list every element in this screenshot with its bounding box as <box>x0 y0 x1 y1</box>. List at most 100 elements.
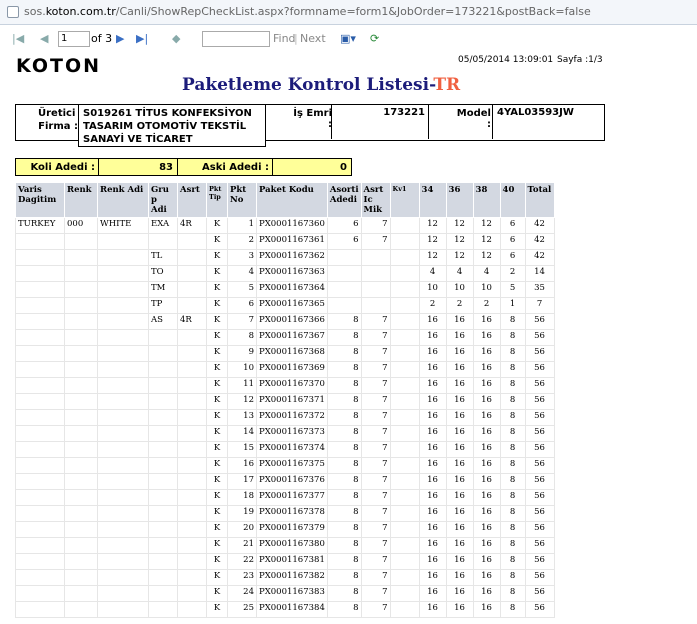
table-cell: 16 <box>472 345 501 362</box>
table-cell <box>389 585 420 602</box>
table-cell: PX0001167363 <box>256 265 328 282</box>
table-cell <box>15 553 65 570</box>
refresh-icon[interactable]: ⟳ <box>370 32 379 45</box>
column-header: Gru p Adi <box>148 182 178 218</box>
export-icon[interactable]: ▣▾ <box>340 32 356 45</box>
table-cell <box>177 505 207 522</box>
table-cell <box>177 265 207 282</box>
table-cell <box>64 249 98 266</box>
table-cell <box>148 393 178 410</box>
table-cell <box>389 601 420 618</box>
table-cell <box>389 313 420 330</box>
table-cell <box>389 281 420 298</box>
table-cell <box>177 553 207 570</box>
table-cell: 7 <box>360 457 391 474</box>
find-input[interactable] <box>202 31 270 47</box>
table-cell <box>64 505 98 522</box>
column-header: Asorti Adedi <box>326 182 362 218</box>
table-cell <box>360 265 391 282</box>
prev-page-icon[interactable]: ◀ <box>40 32 48 45</box>
table-row: AS 4R K 7 PX0001167366 8 7 16 16 16 8 56 <box>15 313 555 330</box>
table-cell: 56 <box>524 569 555 586</box>
table-cell <box>326 249 362 266</box>
table-cell: PX0001167380 <box>256 537 328 554</box>
first-page-icon[interactable]: |◀ <box>12 32 24 45</box>
table-cell: 9 <box>227 345 257 362</box>
table-cell <box>64 377 98 394</box>
table-cell: 56 <box>524 473 555 490</box>
table-cell: 8 <box>499 489 526 506</box>
column-header: Paket Kodu <box>256 182 328 218</box>
address-bar[interactable]: sos.koton.com.tr/Canli/ShowRepCheckList.… <box>0 0 697 25</box>
table-cell: 4 <box>227 265 257 282</box>
table-cell: 8 <box>499 393 526 410</box>
table-cell: 16 <box>472 457 501 474</box>
table-cell <box>64 569 98 586</box>
table-cell: 56 <box>524 441 555 458</box>
table-cell: 7 <box>360 313 391 330</box>
column-header: Varis Dagitim <box>15 182 65 218</box>
table-cell: 4R <box>177 217 207 234</box>
table-cell: K <box>206 233 228 250</box>
table-cell: 10 <box>472 281 501 298</box>
table-cell: 10 <box>418 281 447 298</box>
table-cell <box>97 601 149 618</box>
table-cell <box>326 265 362 282</box>
find-link[interactable]: Find <box>273 32 296 45</box>
table-cell: PX0001167374 <box>256 441 328 458</box>
table-cell: 16 <box>472 553 501 570</box>
table-cell: PX0001167375 <box>256 457 328 474</box>
table-cell <box>177 473 207 490</box>
table-cell: 16 <box>472 361 501 378</box>
table-row: K 24 PX0001167383 8 7 16 16 16 8 56 <box>15 585 555 602</box>
table-cell: PX0001167381 <box>256 553 328 570</box>
table-cell <box>389 505 420 522</box>
table-row: K 25 PX0001167384 8 7 16 16 16 8 56 <box>15 601 555 618</box>
table-cell: 12 <box>418 217 447 234</box>
url-text[interactable]: sos.koton.com.tr/Canli/ShowRepCheckList.… <box>24 5 591 18</box>
table-cell <box>97 457 149 474</box>
table-cell <box>389 441 420 458</box>
table-cell: 16 <box>418 585 447 602</box>
next-page-icon[interactable]: ▶ <box>116 32 124 45</box>
table-cell: 000 <box>64 217 98 234</box>
table-cell <box>97 361 149 378</box>
back-icon[interactable]: ◆ <box>172 32 180 45</box>
table-cell <box>15 313 65 330</box>
table-row: K 23 PX0001167382 8 7 16 16 16 8 56 <box>15 569 555 586</box>
table-cell: 16 <box>445 585 474 602</box>
table-cell: PX0001167370 <box>256 377 328 394</box>
page-icon <box>7 6 19 18</box>
table-cell: K <box>206 409 228 426</box>
table-cell: 13 <box>227 409 257 426</box>
table-cell <box>326 281 362 298</box>
table-row: K 15 PX0001167374 8 7 16 16 16 8 56 <box>15 441 555 458</box>
table-cell <box>389 473 420 490</box>
table-cell: 8 <box>326 553 362 570</box>
table-cell: 15 <box>227 441 257 458</box>
table-cell <box>15 601 65 618</box>
table-cell: 56 <box>524 489 555 506</box>
table-cell: K <box>206 521 228 538</box>
table-cell: EXA <box>148 217 178 234</box>
table-cell: PX0001167361 <box>256 233 328 250</box>
table-cell: 23 <box>227 569 257 586</box>
table-cell: 8 <box>326 521 362 538</box>
table-cell <box>97 585 149 602</box>
table-cell <box>15 569 65 586</box>
last-page-icon[interactable]: ▶| <box>136 32 148 45</box>
table-cell <box>148 585 178 602</box>
table-cell: 21 <box>227 537 257 554</box>
next-link[interactable]: Next <box>300 32 326 45</box>
table-cell <box>177 249 207 266</box>
table-cell: 7 <box>360 489 391 506</box>
column-header: 40 <box>499 182 526 218</box>
table-row: TO K 4 PX0001167363 4 4 4 2 14 <box>15 265 555 282</box>
table-cell: 56 <box>524 601 555 618</box>
table-cell <box>97 473 149 490</box>
table-cell: 16 <box>472 441 501 458</box>
table-cell <box>97 425 149 442</box>
page-number-input[interactable]: 1 <box>58 31 90 47</box>
table-cell: 8 <box>499 409 526 426</box>
table-cell: 56 <box>524 345 555 362</box>
